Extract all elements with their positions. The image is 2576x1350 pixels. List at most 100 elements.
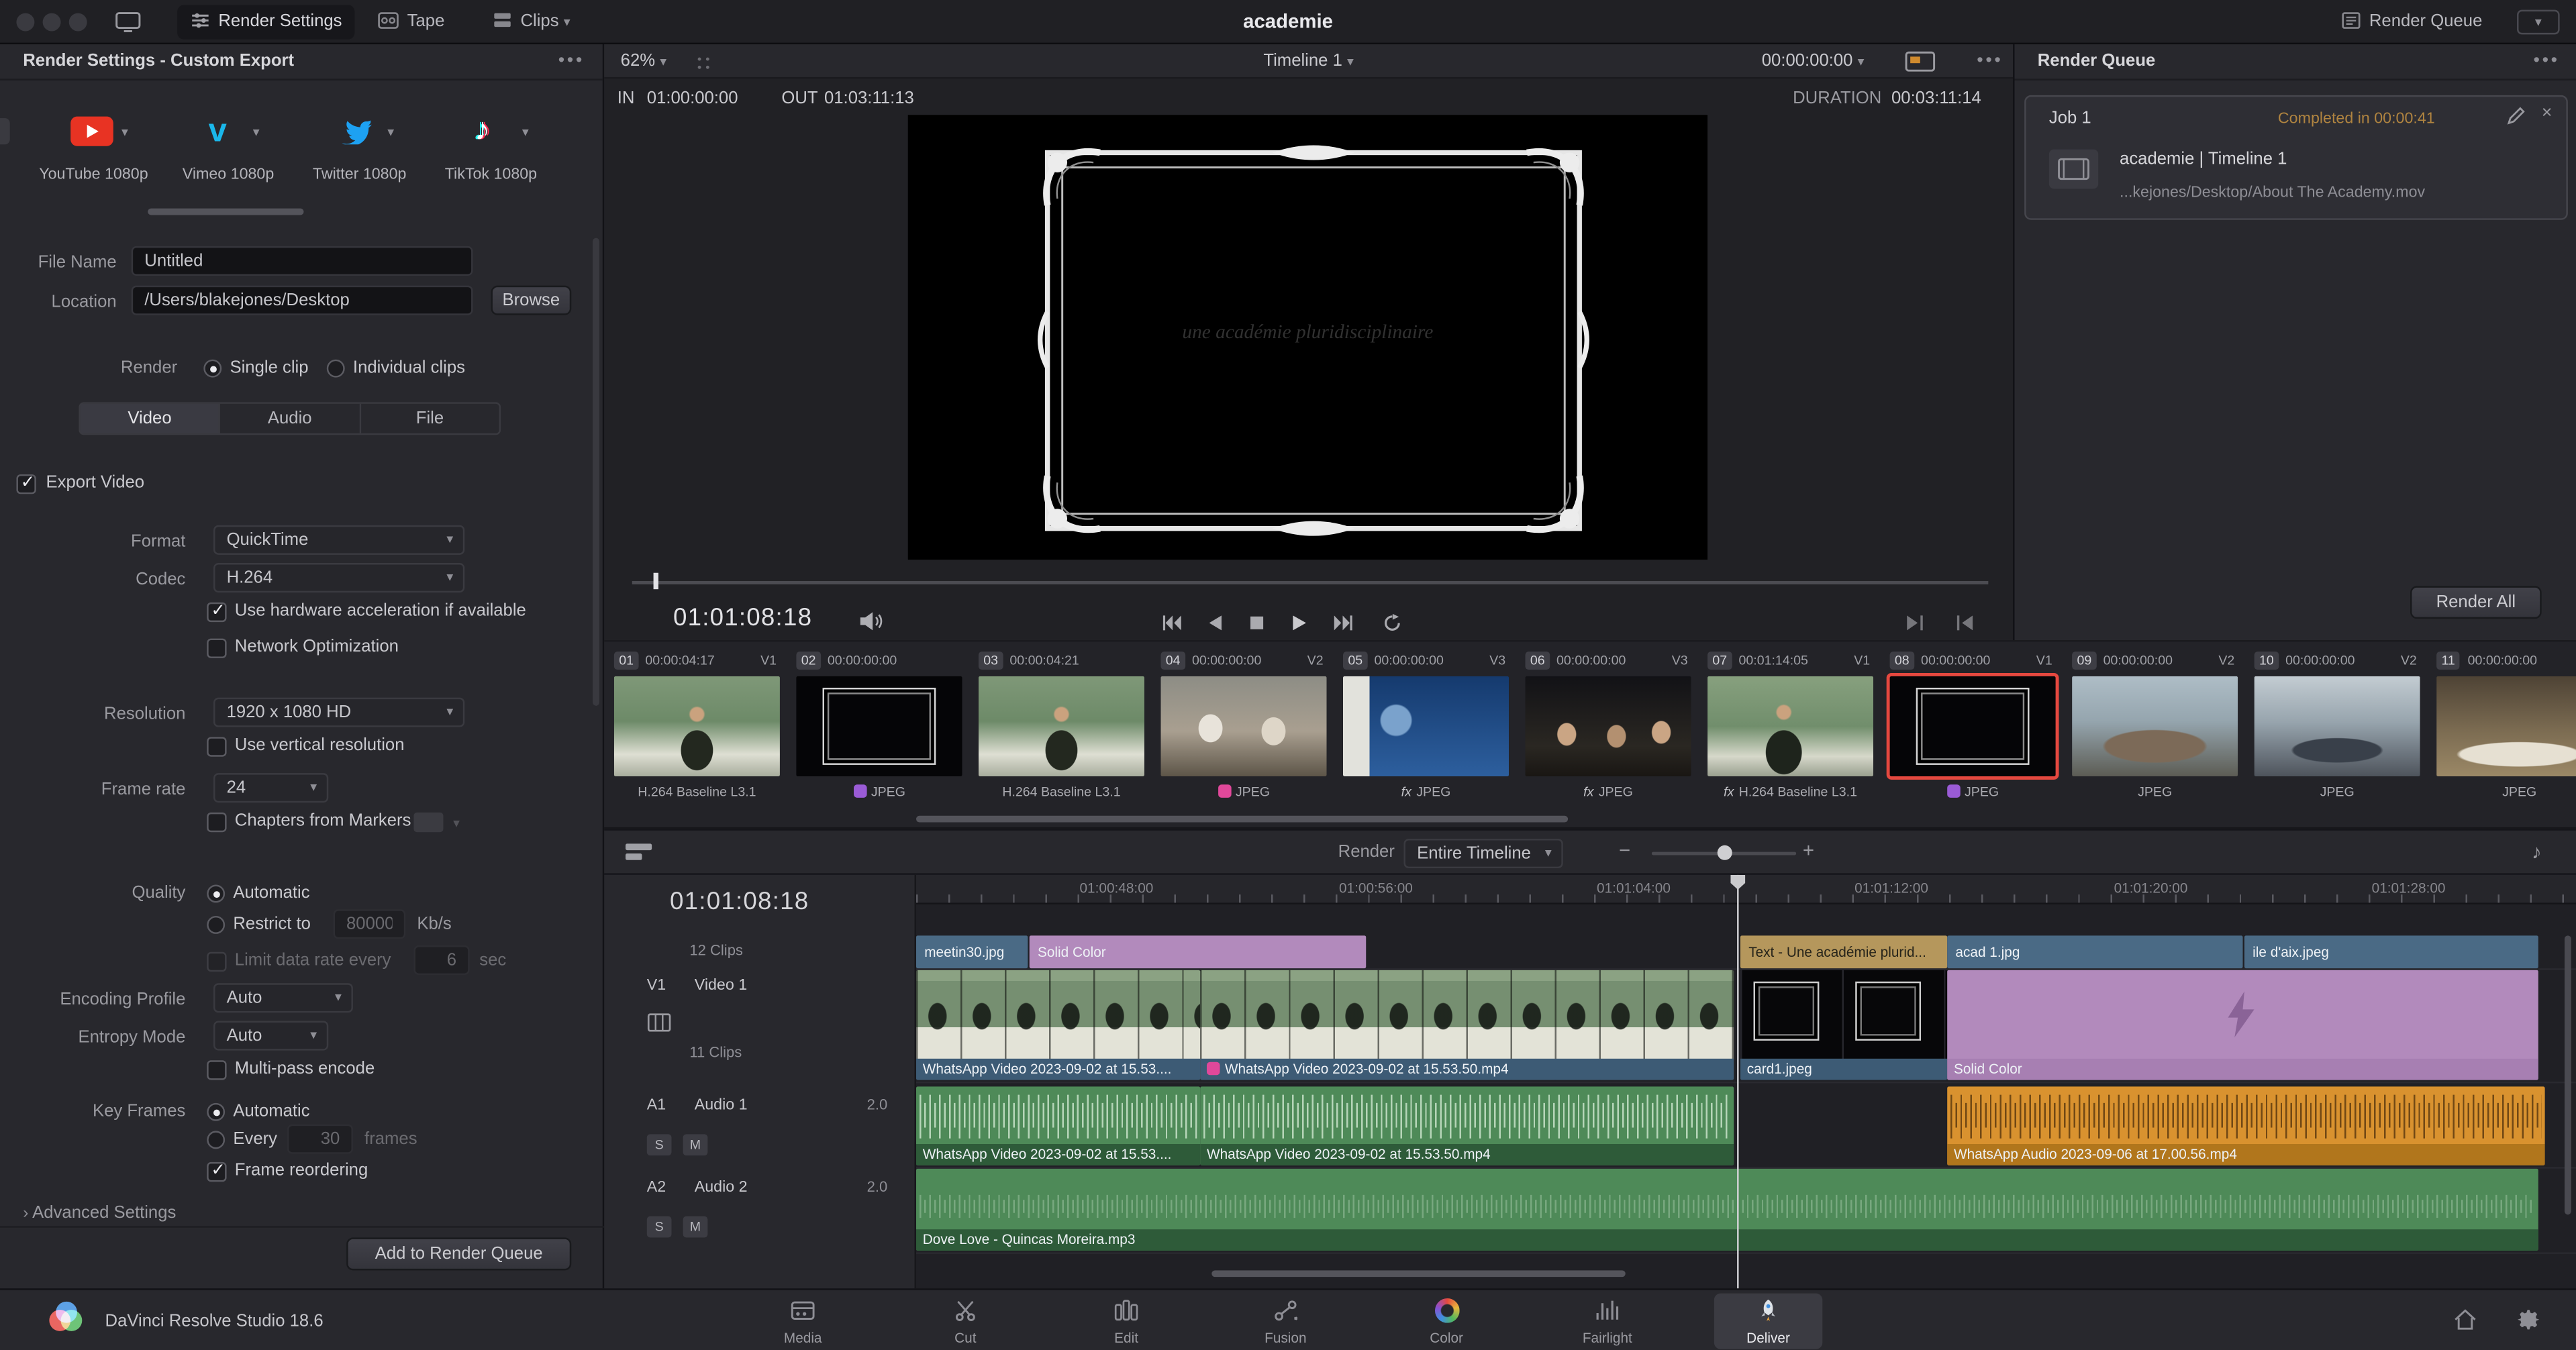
viewer-timecode-field[interactable]: 00:00:00:00 ▾ <box>1762 51 1865 70</box>
export-video-checkbox[interactable] <box>16 474 36 494</box>
page-deliver-active[interactable]: Deliver <box>1714 1294 1822 1349</box>
chapters-checkbox[interactable] <box>207 813 226 832</box>
video-preview[interactable]: une académie pluridisciplinaire <box>908 115 1707 560</box>
preset-tiktok[interactable]: ♪▾ TikTok 1080p <box>420 111 561 184</box>
chevron-down-icon[interactable]: ▾ <box>453 816 460 831</box>
timeline-audio-clip[interactable]: Dove Love - Quincas Moreira.mp3 <box>916 1169 2538 1251</box>
clip-thumbnail[interactable] <box>1160 676 1326 776</box>
strip-clip-09[interactable]: 0900:00:00:00V2 JPEG <box>2072 652 2248 816</box>
page-edit[interactable]: Edit <box>1072 1294 1180 1349</box>
network-optimization-checkbox[interactable] <box>207 639 226 658</box>
entropy-mode-dropdown[interactable]: Auto▾ <box>213 1021 328 1051</box>
codec-dropdown[interactable]: H.264▾ <box>213 563 464 592</box>
preset-clipped[interactable] <box>0 118 10 144</box>
strip-scrollbar[interactable] <box>916 816 1568 823</box>
clip-thumbnail[interactable] <box>796 676 962 776</box>
clip-thumbnail[interactable] <box>1343 676 1509 776</box>
timeline-clip[interactable]: Solid Color <box>1947 970 2538 1080</box>
restrict-value-input[interactable] <box>334 909 406 939</box>
clip-thumbnail[interactable] <box>1890 676 2056 776</box>
timeline-clip[interactable]: acad 1.jpg <box>1947 935 2242 968</box>
strip-clip-02[interactable]: 0200:00:00:00 JPEG <box>796 652 972 816</box>
track-a2-solo-button[interactable]: S <box>647 1216 672 1238</box>
limit-value-input[interactable] <box>413 945 469 975</box>
key-frames-value-input[interactable] <box>287 1125 353 1154</box>
key-frames-automatic-radio[interactable] <box>207 1103 225 1121</box>
chevron-down-icon[interactable]: ▾ <box>387 125 394 140</box>
timeline-clip[interactable]: Solid Color <box>1030 935 1366 968</box>
playhead[interactable] <box>1737 875 1738 1288</box>
limit-data-rate-checkbox[interactable] <box>207 952 226 972</box>
format-dropdown[interactable]: QuickTime▾ <box>213 525 464 555</box>
strip-clip-07[interactable]: 0700:01:14:05V1 fxH.264 Baseline L3.1 <box>1707 652 1883 816</box>
skip-to-end-icon[interactable] <box>1333 614 1354 632</box>
panel-options-icon[interactable]: ••• <box>558 51 585 70</box>
marker-color-swatch[interactable] <box>413 813 443 832</box>
timeline-clip[interactable]: WhatsApp Video 2023-09-02 at 15.53.... <box>916 970 1200 1080</box>
clip-thumbnail[interactable] <box>1526 676 1691 776</box>
preset-scrollbar[interactable] <box>148 209 303 215</box>
render-all-button[interactable]: Render All <box>2410 586 2542 619</box>
queue-options-icon[interactable]: ••• <box>2533 51 2559 70</box>
encoding-profile-dropdown[interactable]: Auto▾ <box>213 983 353 1012</box>
page-fairlight[interactable]: Fairlight <box>1553 1294 1661 1349</box>
edit-job-icon[interactable] <box>2507 107 2525 125</box>
zoom-in-button[interactable]: + <box>1803 839 1814 862</box>
single-clip-radio[interactable] <box>203 360 221 378</box>
skip-to-start-icon[interactable] <box>1160 614 1182 632</box>
timeline-ruler[interactable]: 01:00:48:00 01:00:56:00 01:01:04:00 01:0… <box>916 875 2576 904</box>
play-icon[interactable] <box>1291 614 1309 632</box>
audio-mixer-icon[interactable]: ♪ <box>2532 840 2542 863</box>
play-around-icon[interactable] <box>1905 614 1926 632</box>
filmstrip-view-icon[interactable] <box>647 1012 672 1032</box>
play-reverse-icon[interactable] <box>1205 614 1224 632</box>
strip-clip-03[interactable]: 0300:00:04:21 H.264 Baseline L3.1 <box>979 652 1154 816</box>
track-a1-name[interactable]: Audio 1 <box>695 1096 748 1114</box>
preset-vimeo[interactable]: v▾ Vimeo 1080p <box>158 111 299 184</box>
clip-thumbnail[interactable] <box>1707 676 1873 776</box>
restrict-to-radio[interactable] <box>207 916 225 934</box>
clip-thumbnail[interactable] <box>2255 676 2420 776</box>
vertical-resolution-checkbox[interactable] <box>207 737 226 756</box>
viewer-options-menu-icon[interactable]: ••• <box>1977 51 2003 70</box>
tab-audio[interactable]: Audio <box>221 404 361 433</box>
timeline-audio-clip[interactable]: WhatsApp Video 2023-09-02 at 15.53.50.mp… <box>1200 1086 1734 1165</box>
panel-scrollbar[interactable] <box>593 238 599 706</box>
page-color[interactable]: Color <box>1392 1294 1500 1349</box>
track-a1-solo-button[interactable]: S <box>647 1134 672 1155</box>
track-a2-id[interactable]: A2 <box>647 1178 666 1196</box>
chevron-down-icon[interactable]: ▾ <box>121 125 128 140</box>
add-to-render-queue-button[interactable]: Add to Render Queue <box>346 1237 571 1270</box>
timeline-zoom-knob[interactable] <box>1718 845 1732 860</box>
page-cut[interactable]: Cut <box>911 1294 1020 1349</box>
output-display-icon[interactable] <box>1905 51 1941 72</box>
track-a1-mute-button[interactable]: M <box>683 1134 708 1155</box>
timeline-clip[interactable]: Text - Une académie plurid... <box>1740 935 1947 968</box>
timeline-clip[interactable]: meetin30.jpg <box>916 935 1028 968</box>
resolution-dropdown[interactable]: 1920 x 1080 HD▾ <box>213 698 464 727</box>
individual-clips-radio[interactable] <box>327 360 345 378</box>
zoom-out-button[interactable]: − <box>1619 839 1630 862</box>
strip-clip-01[interactable]: 0100:00:04:17V1 H.264 Baseline L3.1 <box>614 652 790 816</box>
frame-rate-dropdown[interactable]: 24▾ <box>213 773 328 802</box>
scrub-playhead[interactable] <box>654 573 658 589</box>
track-a2-mute-button[interactable]: M <box>683 1216 708 1238</box>
timeline-clip[interactable]: ile d'aix.jpeg <box>2244 935 2538 968</box>
track-v1-id[interactable]: V1 <box>647 976 666 994</box>
frame-reordering-checkbox[interactable] <box>207 1162 226 1182</box>
preset-twitter[interactable]: ▾ Twitter 1080p <box>289 111 430 184</box>
remove-job-icon[interactable]: × <box>2542 103 2553 123</box>
strip-clip-06[interactable]: 0600:00:00:00V3 fxJPEG <box>1526 652 1701 816</box>
advanced-settings-toggle[interactable]: › Advanced Settings <box>23 1203 176 1223</box>
file-name-input[interactable] <box>132 246 473 276</box>
stop-icon[interactable] <box>1248 614 1266 632</box>
strip-clip-08-selected[interactable]: 0800:00:00:00V1 JPEG <box>1890 652 2066 816</box>
gear-icon[interactable] <box>2516 1306 2542 1333</box>
tab-video[interactable]: Video <box>81 404 221 433</box>
location-input[interactable] <box>132 286 473 315</box>
clip-thumbnail[interactable] <box>2072 676 2238 776</box>
timeline-clip[interactable]: card1.jpeg <box>1740 970 1947 1080</box>
quality-automatic-radio[interactable] <box>207 885 225 903</box>
multipass-checkbox[interactable] <box>207 1060 226 1080</box>
track-a2-name[interactable]: Audio 2 <box>695 1178 748 1196</box>
